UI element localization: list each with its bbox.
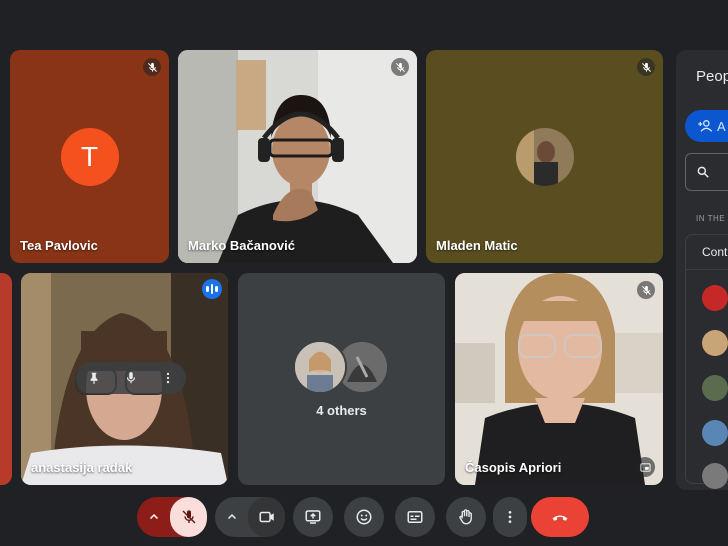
- avatar: [702, 463, 728, 489]
- add-person-icon: [698, 120, 713, 132]
- video-feed: [178, 50, 417, 263]
- speaking-indicator-icon: [202, 279, 222, 299]
- present-screen-button[interactable]: [293, 497, 333, 537]
- camera-toggle-button[interactable]: [248, 497, 285, 537]
- more-options-button[interactable]: [493, 497, 527, 537]
- avatar: [515, 127, 574, 186]
- mic-control-group: [137, 497, 207, 537]
- present-screen-icon: [305, 510, 321, 524]
- participant-name: anastasija radak: [31, 460, 133, 475]
- captions-button[interactable]: [395, 497, 435, 537]
- panel-title: Peop: [696, 68, 728, 85]
- mic-off-icon: [143, 58, 161, 76]
- end-call-icon: [552, 515, 568, 521]
- participant-tile-marko[interactable]: Marko Bačanović: [178, 50, 417, 263]
- captions-icon: [407, 511, 423, 523]
- participant-group[interactable]: Cont: [685, 234, 728, 489]
- video-feed: [455, 273, 663, 485]
- mic-icon: [126, 372, 136, 384]
- camera-control-group: [215, 497, 285, 537]
- search-icon: [697, 166, 709, 178]
- audio-options-button[interactable]: [137, 511, 170, 523]
- mic-off-icon: [182, 510, 196, 524]
- participant-tile-partial[interactable]: [0, 273, 12, 485]
- mic-toggle-button[interactable]: [170, 497, 207, 537]
- mute-participant-button[interactable]: [118, 365, 144, 391]
- reactions-button[interactable]: [344, 497, 384, 537]
- mic-off-icon: [391, 58, 409, 76]
- participant-name: Časopis Apriori: [465, 460, 562, 475]
- chevron-up-icon: [149, 513, 158, 520]
- participant-tile-anastasija[interactable]: anastasija radak: [21, 273, 228, 485]
- mic-off-icon: [637, 58, 655, 76]
- section-heading: IN THE M: [696, 214, 728, 223]
- participant-tile-mladen[interactable]: Mladen Matic: [426, 50, 663, 263]
- more-options-button[interactable]: [155, 365, 181, 391]
- participant-name: Marko Bačanović: [188, 238, 295, 253]
- participant-name: Mladen Matic: [436, 238, 518, 253]
- group-label: Cont: [686, 235, 728, 270]
- avatar: [702, 285, 728, 311]
- emoji-icon: [356, 509, 372, 525]
- picture-in-picture-icon: [635, 457, 655, 477]
- raise-hand-icon: [459, 509, 472, 525]
- avatar: [702, 375, 728, 401]
- participant-tile-casopis[interactable]: Časopis Apriori: [455, 273, 663, 485]
- pin-icon: [90, 372, 98, 384]
- others-count-label: 4 others: [316, 403, 367, 418]
- leave-call-button[interactable]: [531, 497, 589, 537]
- video-camera-icon: [259, 511, 274, 523]
- more-vert-icon: [508, 511, 512, 523]
- others-tile[interactable]: 4 others: [238, 273, 445, 485]
- avatar: [702, 420, 728, 446]
- search-people-input[interactable]: [685, 153, 728, 191]
- avatar: [293, 340, 347, 394]
- avatar: [702, 330, 728, 356]
- add-people-label: A: [717, 118, 726, 134]
- participant-name: Tea Pavlovic: [20, 238, 98, 253]
- tile-hover-toolbar: [76, 362, 186, 394]
- participant-tile-tea[interactable]: T Tea Pavlovic: [10, 50, 169, 263]
- people-panel: Peop A IN THE M Cont: [676, 50, 728, 490]
- chevron-up-icon: [227, 513, 236, 520]
- video-options-button[interactable]: [215, 511, 248, 523]
- mic-off-icon: [637, 281, 655, 299]
- more-vert-icon: [166, 372, 169, 384]
- avatar: T: [60, 127, 119, 186]
- add-people-button[interactable]: A: [685, 110, 728, 142]
- raise-hand-button[interactable]: [446, 497, 486, 537]
- pin-button[interactable]: [81, 365, 107, 391]
